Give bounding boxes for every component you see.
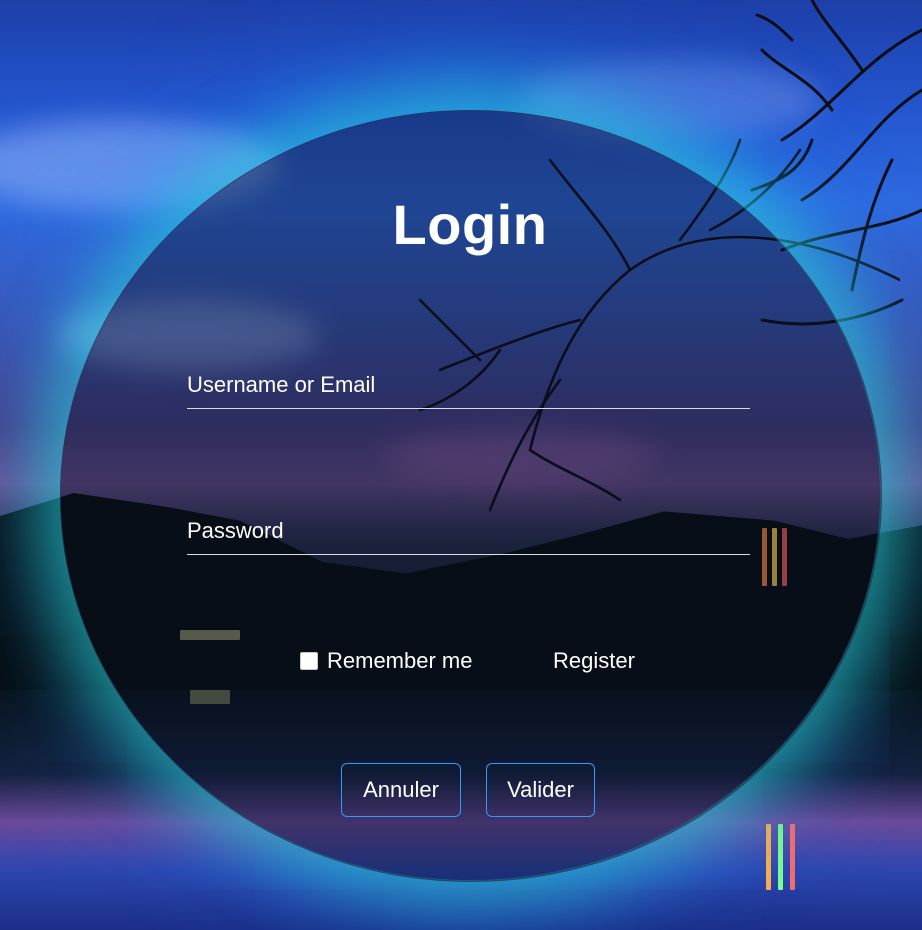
- submit-button[interactable]: Valider: [486, 763, 595, 817]
- password-input[interactable]: [187, 518, 750, 554]
- remember-checkbox[interactable]: [300, 652, 318, 670]
- cancel-button[interactable]: Annuler: [341, 763, 461, 817]
- username-input[interactable]: [187, 372, 750, 408]
- password-field[interactable]: Password: [187, 518, 750, 555]
- city-light: [766, 824, 771, 890]
- register-link[interactable]: Register: [553, 648, 635, 674]
- city-light: [778, 824, 783, 890]
- page-title: Login: [392, 193, 548, 256]
- city-light: [790, 824, 795, 890]
- username-field[interactable]: Username or Email: [187, 372, 750, 409]
- remember-label: Remember me: [327, 648, 473, 673]
- remember-me[interactable]: Remember me: [300, 648, 472, 674]
